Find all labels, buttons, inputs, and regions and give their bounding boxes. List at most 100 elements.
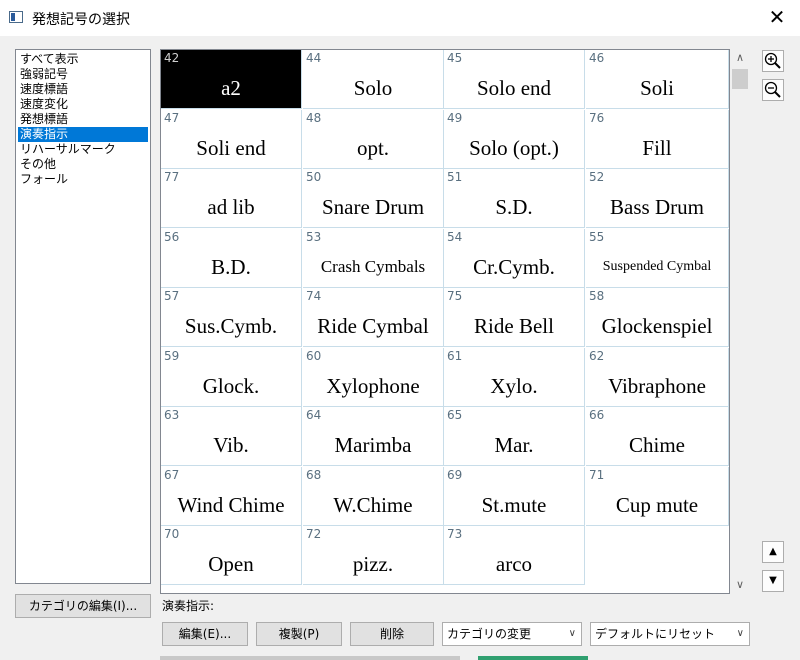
symbol-cell[interactable]: 59 Glock. <box>161 348 302 407</box>
symbol-cell[interactable]: 57 Sus.Cymb. <box>161 288 302 347</box>
symbol-number: 42 <box>164 51 180 65</box>
bottom-edge-strip <box>160 656 800 660</box>
symbol-cell[interactable]: 67 Wind Chime <box>161 467 302 526</box>
symbol-label: Snare Drum <box>321 195 425 219</box>
symbol-cell[interactable]: 72 pizz. <box>303 526 444 585</box>
symbol-label: Fill <box>642 136 672 160</box>
symbol-label: Suspended Cymbal <box>602 259 712 274</box>
symbol-cell[interactable]: 54 Cr.Cymb. <box>444 229 585 288</box>
symbol-label: Xylophone <box>326 374 420 398</box>
title-bar: 発想記号の選択 ✕ <box>0 0 800 36</box>
category-item[interactable]: 演奏指示 <box>18 127 148 142</box>
symbol-label: Ride Cymbal <box>317 314 429 338</box>
scroll-up-arrow-icon[interactable]: ∧ <box>731 49 749 67</box>
symbol-cell[interactable]: 62 Vibraphone <box>586 348 729 407</box>
symbol-label: Cup mute <box>615 493 699 517</box>
symbol-cell[interactable]: 65 Mar. <box>444 407 585 466</box>
category-item[interactable]: 速度標語 <box>18 82 148 97</box>
symbol-cell[interactable]: 75 Ride Bell <box>444 288 585 347</box>
zoom-in-button[interactable] <box>762 50 784 72</box>
symbol-cell[interactable]: 74 Ride Cymbal <box>303 288 444 347</box>
symbol-number: 56 <box>164 230 180 244</box>
symbol-label: Sus.Cymb. <box>184 314 278 338</box>
symbol-cell[interactable]: 71 Cup mute <box>586 467 729 526</box>
symbol-label: Mar. <box>494 433 534 457</box>
symbol-label: a2 <box>221 76 241 100</box>
symbol-cell[interactable]: 55 Suspended Cymbal <box>586 229 729 288</box>
symbol-cell[interactable]: 42 a2 <box>161 50 302 109</box>
symbol-number: 75 <box>447 289 463 303</box>
change-category-combo[interactable]: カテゴリの変更 ∨ <box>442 622 582 646</box>
symbol-cell[interactable]: 66 Chime <box>586 407 729 466</box>
symbol-cell[interactable]: 56 B.D. <box>161 229 302 288</box>
scroll-thumb[interactable] <box>732 69 748 89</box>
zoom-in-icon <box>764 52 781 69</box>
symbol-cell[interactable]: 77 ad lib <box>161 169 302 228</box>
symbol-label: Vib. <box>213 433 249 457</box>
symbol-cell[interactable]: 61 Xylo. <box>444 348 585 407</box>
scroll-down-arrow-icon[interactable]: ∨ <box>731 576 749 594</box>
symbol-cell[interactable]: 60 Xylophone <box>303 348 444 407</box>
symbol-number: 66 <box>589 408 605 422</box>
category-item[interactable]: 速度変化 <box>18 97 148 112</box>
category-item[interactable]: 強弱記号 <box>18 67 148 82</box>
symbol-cell[interactable]: 76 Fill <box>586 110 729 169</box>
zoom-out-icon <box>764 81 781 98</box>
move-up-button[interactable]: ▲ <box>762 541 784 563</box>
edit-button[interactable]: 編集(E)... <box>162 622 248 646</box>
symbol-number: 67 <box>164 468 180 482</box>
symbol-cell[interactable]: 48 opt. <box>303 110 444 169</box>
category-item[interactable]: 発想標語 <box>18 112 148 127</box>
symbol-cell[interactable]: 45 Solo end <box>444 50 585 109</box>
grid-scrollbar[interactable]: ∧ ∨ <box>731 49 749 594</box>
reset-default-combo[interactable]: デフォルトにリセット ∨ <box>590 622 750 646</box>
symbol-cell[interactable]: 53 Crash Cymbals <box>303 229 444 288</box>
close-button[interactable]: ✕ <box>754 0 800 36</box>
symbol-number: 70 <box>164 527 180 541</box>
category-list[interactable]: すべて表示 強弱記号 速度標語 速度変化 発想標語 演奏指示 リハーサルマーク その他 フォール <box>15 49 151 584</box>
symbol-cell[interactable]: 69 St.mute <box>444 467 585 526</box>
symbol-number: 68 <box>306 468 322 482</box>
symbol-number: 65 <box>447 408 463 422</box>
symbol-grid[interactable]: 42 a2 44 Solo 45 Solo end 46 Soli 47 Soli end 48 op… <box>160 49 730 594</box>
symbol-cell[interactable]: 46 Soli <box>586 50 729 109</box>
delete-button[interactable]: 削除 <box>350 622 434 646</box>
symbol-cell[interactable]: 52 Bass Drum <box>586 169 729 228</box>
symbol-cell[interactable]: 58 Glockenspiel <box>586 288 729 347</box>
duplicate-button[interactable]: 複製(P) <box>256 622 342 646</box>
symbol-label: Solo (opt.) <box>469 136 559 160</box>
symbol-cell[interactable]: 44 Solo <box>303 50 444 109</box>
category-item[interactable]: すべて表示 <box>18 52 148 67</box>
symbol-cell[interactable]: 49 Solo (opt.) <box>444 110 585 169</box>
symbol-label: Chime <box>629 433 685 457</box>
symbol-number: 44 <box>306 51 322 65</box>
symbol-number: 45 <box>447 51 463 65</box>
category-item[interactable]: その他 <box>18 157 148 172</box>
edit-categories-button[interactable]: カテゴリの編集(I)... <box>15 594 151 618</box>
symbol-cell[interactable]: 70 Open <box>161 526 302 585</box>
symbol-cell[interactable]: 63 Vib. <box>161 407 302 466</box>
category-item[interactable]: フォール <box>18 172 148 187</box>
symbol-label: Solo <box>353 76 393 100</box>
symbol-cell[interactable]: 73 arco <box>444 526 585 585</box>
zoom-out-button[interactable] <box>762 79 784 101</box>
symbol-label: pizz. <box>352 552 394 576</box>
symbol-label: Marimba <box>334 433 412 457</box>
symbol-number: 60 <box>306 349 322 363</box>
app-icon <box>9 11 23 23</box>
symbol-label: Soli <box>640 76 674 100</box>
symbol-number: 48 <box>306 111 322 125</box>
category-item[interactable]: リハーサルマーク <box>18 142 148 157</box>
symbol-number: 73 <box>447 527 463 541</box>
symbol-cell[interactable]: 51 S.D. <box>444 169 585 228</box>
symbol-cell[interactable]: 50 Snare Drum <box>303 169 444 228</box>
section-label: 演奏指示: <box>162 599 215 613</box>
symbol-label: arco <box>495 552 533 576</box>
move-down-button[interactable]: ▼ <box>762 570 784 592</box>
symbol-number: 58 <box>589 289 605 303</box>
symbol-number: 55 <box>589 230 605 244</box>
symbol-label: S.D. <box>495 195 533 219</box>
symbol-cell[interactable]: 47 Soli end <box>161 110 302 169</box>
symbol-cell[interactable]: 64 Marimba <box>303 407 444 466</box>
symbol-cell[interactable]: 68 W.Chime <box>303 467 444 526</box>
